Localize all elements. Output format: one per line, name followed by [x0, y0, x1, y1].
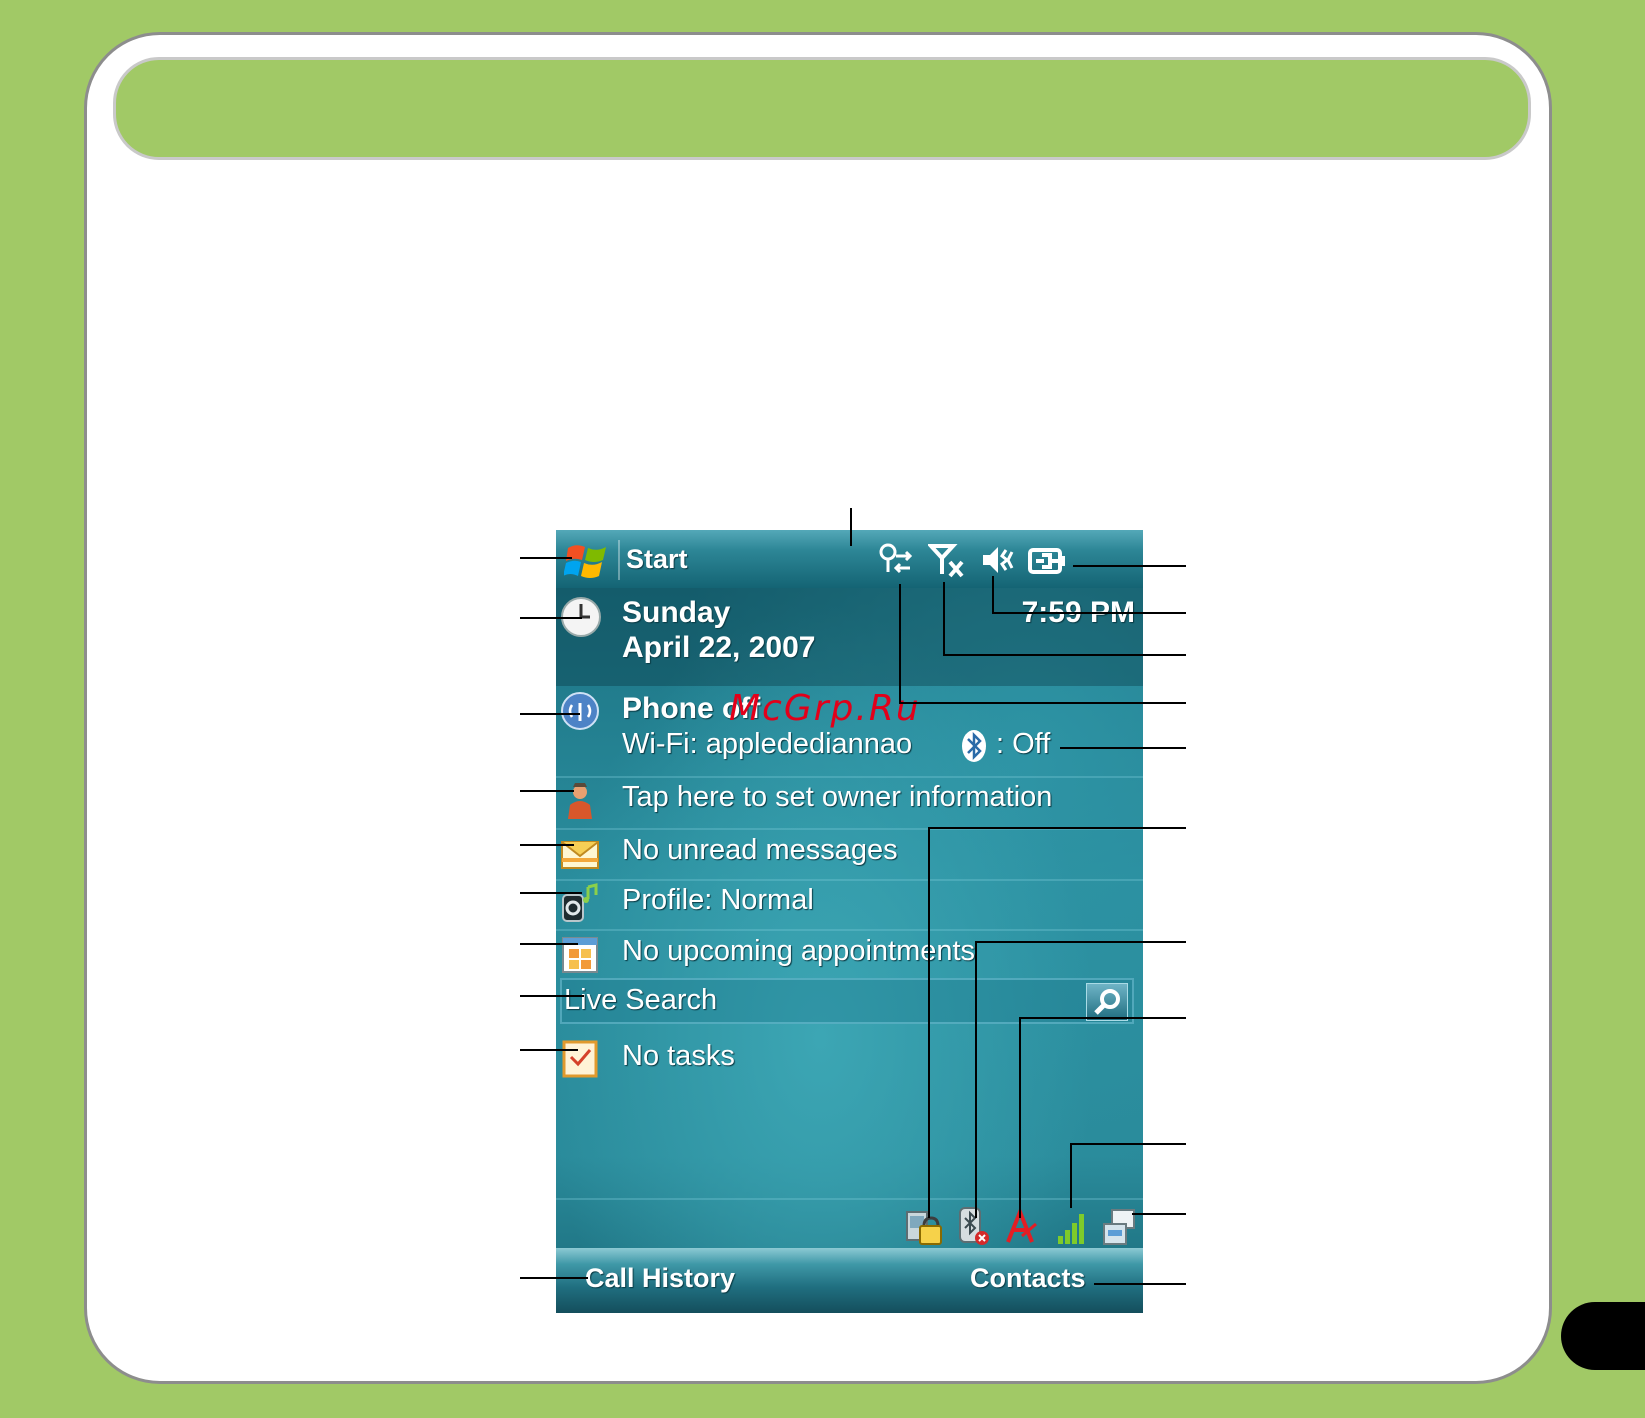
- wireless-manager-icon[interactable]: [1102, 1206, 1140, 1246]
- today-screen: Sunday April 22, 2007 7:59 PM Phone off …: [556, 588, 1143, 1246]
- notification-tray: [556, 1198, 1143, 1250]
- row-divider: [556, 879, 1143, 881]
- no-signal-icon[interactable]: [928, 542, 966, 578]
- phone-screen: Start Sunday April 22, 2007 7:59 PM Phon…: [556, 530, 1143, 1313]
- activesync-icon[interactable]: [1002, 1206, 1040, 1246]
- live-search-box[interactable]: Live Search: [560, 978, 1134, 1024]
- bluetooth-status[interactable]: : Off: [996, 728, 1050, 761]
- battery-plug-icon[interactable]: [1028, 542, 1070, 578]
- tasks-status[interactable]: No tasks: [622, 1040, 735, 1073]
- messages-status[interactable]: No unread messages: [622, 834, 898, 867]
- softkey-bar: Call History Contacts: [556, 1248, 1143, 1313]
- page-title-bar: [113, 57, 1531, 160]
- envelope-icon: [561, 841, 599, 869]
- date-label: April 22, 2007: [622, 631, 816, 664]
- wifi-status[interactable]: Wi-Fi: appledediannao: [622, 728, 912, 761]
- windows-flag-icon[interactable]: [564, 540, 610, 582]
- owner-info[interactable]: Tap here to set owner information: [622, 781, 1052, 814]
- calendar-icon: [562, 937, 598, 973]
- signal-strength-icon[interactable]: [1054, 1206, 1092, 1246]
- row-divider: [556, 776, 1143, 778]
- day-label: Sunday: [622, 596, 731, 629]
- speaker-icon[interactable]: [980, 542, 1018, 578]
- row-divider: [556, 828, 1143, 830]
- magnifier-icon: [1094, 989, 1120, 1015]
- bottom-strip: [0, 1409, 1645, 1418]
- profile-music-icon: [562, 883, 598, 922]
- call-history-softkey[interactable]: Call History: [585, 1263, 735, 1294]
- appointments-status[interactable]: No upcoming appointments: [622, 935, 975, 968]
- task-checkbox-icon: [562, 1040, 598, 1078]
- profile-status[interactable]: Profile: Normal: [622, 884, 814, 917]
- clock-icon: [561, 597, 601, 637]
- search-button[interactable]: [1086, 983, 1128, 1021]
- bluetooth-off-icon[interactable]: [954, 1206, 992, 1246]
- contacts-softkey[interactable]: Contacts: [970, 1263, 1086, 1294]
- page-number-badge: [1561, 1302, 1645, 1370]
- watermark-text: McGrp.Ru: [729, 688, 921, 729]
- device-lock-icon[interactable]: [904, 1206, 942, 1246]
- date-row[interactable]: Sunday April 22, 2007 7:59 PM: [556, 588, 1143, 686]
- start-button[interactable]: Start: [626, 544, 688, 575]
- owner-person-icon: [568, 783, 592, 819]
- row-divider: [556, 929, 1143, 931]
- clock-time[interactable]: 7:59 PM: [1022, 596, 1135, 630]
- bluetooth-icon: [962, 730, 986, 762]
- connectivity-icon[interactable]: [876, 542, 914, 578]
- navigation-bar: Start: [556, 530, 1143, 588]
- live-search-label[interactable]: Live Search: [564, 984, 717, 1017]
- start-separator: [618, 540, 620, 580]
- phone-antenna-icon: [561, 692, 599, 730]
